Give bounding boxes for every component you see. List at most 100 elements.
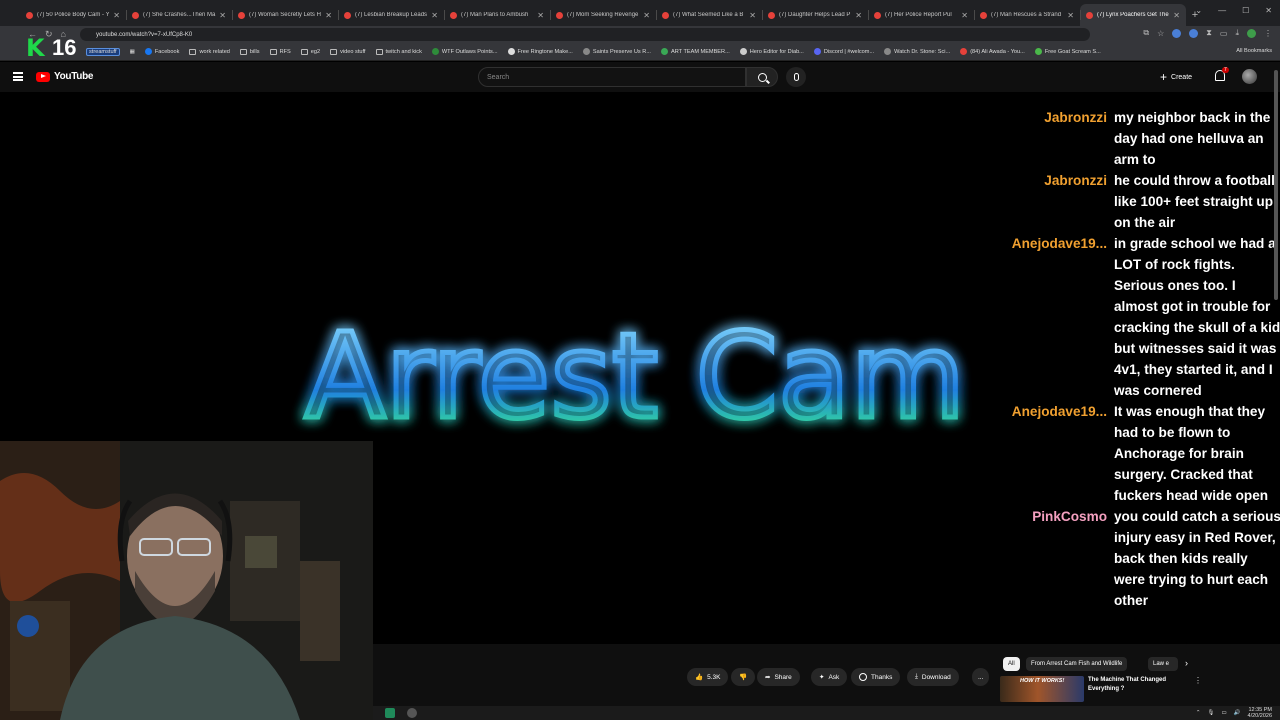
browser-tab[interactable]: (7) What Seemed Like a B ✕	[656, 4, 762, 26]
youtube-favicon-icon	[980, 11, 987, 19]
kebab-menu-icon[interactable]: ⋮	[1194, 676, 1202, 685]
bookmark-link[interactable]: Watch Dr. Stone: Sci...	[884, 48, 950, 55]
chat-message-line: injury easy in Red Rover,	[1114, 530, 1276, 545]
close-tab-icon[interactable]: ✕	[537, 11, 544, 20]
bookmark-folder[interactable]: bills	[239, 48, 260, 55]
recommended-title[interactable]: The Machine That Changed Everything ?	[1088, 676, 1188, 694]
chat-username[interactable]: Jabronzzi	[1007, 170, 1107, 191]
bookmark-folder[interactable]: RFS	[269, 48, 291, 55]
dislike-button[interactable]: 👎	[731, 668, 756, 686]
bookmark-link[interactable]: ART TEAM MEMBER...	[661, 48, 730, 55]
browser-tab[interactable]: (7) Daughter Helps Lead P ✕	[762, 4, 868, 26]
bookmark-link[interactable]: (84) Ali Awada - You...	[960, 48, 1025, 55]
chip-all[interactable]: All	[1003, 657, 1020, 671]
search-input[interactable]: Search	[478, 67, 746, 87]
more-actions-button[interactable]: ...	[972, 668, 990, 686]
browser-menu-icon[interactable]: ⋮	[1264, 29, 1272, 38]
close-tab-icon[interactable]: ✕	[325, 11, 332, 20]
taskbar-app-icon[interactable]	[385, 708, 395, 718]
bookmark-link[interactable]: Discord | #welcom...	[813, 48, 874, 55]
maximize-icon[interactable]: ☐	[1242, 6, 1249, 15]
sidebar-icon[interactable]: ▭	[1220, 29, 1228, 38]
chat-username[interactable]: Anejodave19...	[1007, 233, 1107, 254]
browser-tab[interactable]: (7) She Crashes...Then Ma ✕	[126, 4, 232, 26]
close-tab-icon[interactable]: ✕	[113, 11, 120, 20]
chip-from-channel[interactable]: From Arrest Cam Fish and Wildlife	[1026, 657, 1128, 671]
close-tab-icon[interactable]: ✕	[431, 11, 438, 20]
browser-tab[interactable]: (7) Man Rescues a Strand ✕	[974, 4, 1080, 26]
chevron-down-icon[interactable]: ⌄	[1195, 6, 1202, 15]
downloads-icon[interactable]: ⤓	[1235, 28, 1239, 38]
bookmark-folder[interactable]: video stuff	[330, 48, 366, 55]
close-tab-icon[interactable]: ✕	[1067, 11, 1074, 20]
apps-grid-icon[interactable]: ▦	[130, 49, 135, 55]
browser-tab[interactable]: (7) Lesbian Breakup Leads ✕	[338, 4, 444, 26]
minimize-icon[interactable]: —	[1218, 6, 1226, 15]
share-button[interactable]: ➦ Share	[757, 668, 800, 686]
chat-message-line: arm to	[1114, 152, 1156, 167]
close-tab-icon[interactable]: ✕	[1173, 11, 1180, 20]
browser-tab[interactable]: (7) Her Police Report Pul ✕	[868, 4, 974, 26]
chat-username[interactable]: Anejodave19...	[1007, 401, 1107, 422]
url-field[interactable]: youtube.com/watch?v=7-xUfCp8-K0	[80, 28, 1090, 41]
bookmark-label: RFS	[279, 48, 291, 55]
bookmark-link[interactable]: WTF Outlaws Points...	[431, 48, 498, 55]
download-button[interactable]: ⤓ Download	[907, 668, 959, 686]
all-bookmarks-button[interactable]: All Bookmarks	[1236, 48, 1272, 54]
page-scrollbar[interactable]	[1274, 70, 1278, 300]
chat-message-line: day had one helluva an	[1114, 131, 1264, 146]
chevron-right-icon[interactable]: ›	[1185, 658, 1188, 668]
bookmark-link[interactable]: Free Goat Scream S...	[1034, 48, 1101, 55]
browser-tab[interactable]: (7) Woman Secretly Lets H ✕	[232, 4, 338, 26]
chat-username[interactable]: Jabronzzi	[1007, 107, 1107, 128]
like-button[interactable]: 👍 5.3K	[687, 668, 729, 686]
chevron-up-icon[interactable]: ⌃	[1196, 710, 1201, 716]
account-avatar[interactable]	[1242, 69, 1257, 84]
install-app-icon[interactable]: ⧉	[1143, 28, 1149, 38]
search-button[interactable]	[746, 67, 778, 87]
close-tab-icon[interactable]: ✕	[855, 11, 862, 20]
settings-gear-icon[interactable]	[407, 708, 417, 718]
thanks-icon	[859, 673, 867, 681]
network-icon[interactable]: ▭	[1221, 710, 1226, 716]
bookmark-folder[interactable]: eg2	[300, 48, 320, 55]
bookmark-link[interactable]: Hero Editor for Diab...	[739, 48, 804, 55]
extensions-puzzle-icon[interactable]: ⧗	[1206, 28, 1212, 38]
close-window-icon[interactable]: ✕	[1265, 6, 1272, 15]
mic-tray-icon[interactable]: 🎙	[1207, 710, 1214, 716]
extension-icon[interactable]	[1189, 28, 1199, 38]
bookmark-folder[interactable]: streamstuff	[86, 47, 120, 56]
bookmark-folder[interactable]: twitch and kick	[375, 48, 422, 55]
clock[interactable]: 12:35 PM 4/20/2026	[1248, 707, 1272, 719]
bookmark-link[interactable]: Facebook	[144, 48, 179, 55]
bookmark-link[interactable]: Free Ringtone Make...	[507, 48, 573, 55]
extension-icon[interactable]	[1172, 28, 1182, 38]
close-tab-icon[interactable]: ✕	[643, 11, 650, 20]
close-tab-icon[interactable]: ✕	[749, 11, 756, 20]
bookmark-link[interactable]: Saints Preserve Us R...	[582, 48, 651, 55]
download-label: Download	[921, 673, 951, 681]
profile-avatar[interactable]	[1247, 28, 1256, 38]
facebook-icon	[144, 48, 152, 55]
browser-tab[interactable]: (7) Man Plans to Ambush ✕	[444, 4, 550, 26]
chat-message-line: cracking the skull of a kid	[1114, 320, 1280, 335]
chat-username[interactable]: PinkCosmo	[1007, 506, 1107, 527]
close-tab-icon[interactable]: ✕	[219, 11, 226, 20]
youtube-favicon-icon	[238, 11, 245, 19]
create-button[interactable]: + Create	[1160, 70, 1192, 84]
browser-tab-active[interactable]: (7) Lynx Poachers Get The ✕	[1080, 4, 1186, 26]
voice-search-button[interactable]	[786, 67, 806, 87]
volume-icon[interactable]: 🔊	[1234, 710, 1241, 716]
tab-title: (7) What Seemed Like a B	[673, 12, 744, 18]
ask-button[interactable]: ✦ Ask	[811, 668, 848, 686]
chip-law[interactable]: Law e	[1148, 657, 1178, 671]
bookmark-folder[interactable]: work related	[189, 48, 230, 55]
thanks-button[interactable]: Thanks	[851, 668, 901, 686]
close-tab-icon[interactable]: ✕	[961, 11, 968, 20]
stream-counter: 16	[52, 35, 77, 60]
youtube-logo[interactable]: YouTube	[36, 71, 94, 82]
browser-tab[interactable]: (7) Mom Seeking Revenge ✕	[550, 4, 656, 26]
browser-tab[interactable]: (7) 50 Police Body Cam - Y ✕	[20, 4, 126, 26]
hamburger-menu-icon[interactable]	[13, 72, 23, 81]
bookmark-star-icon[interactable]: ☆	[1157, 29, 1164, 38]
